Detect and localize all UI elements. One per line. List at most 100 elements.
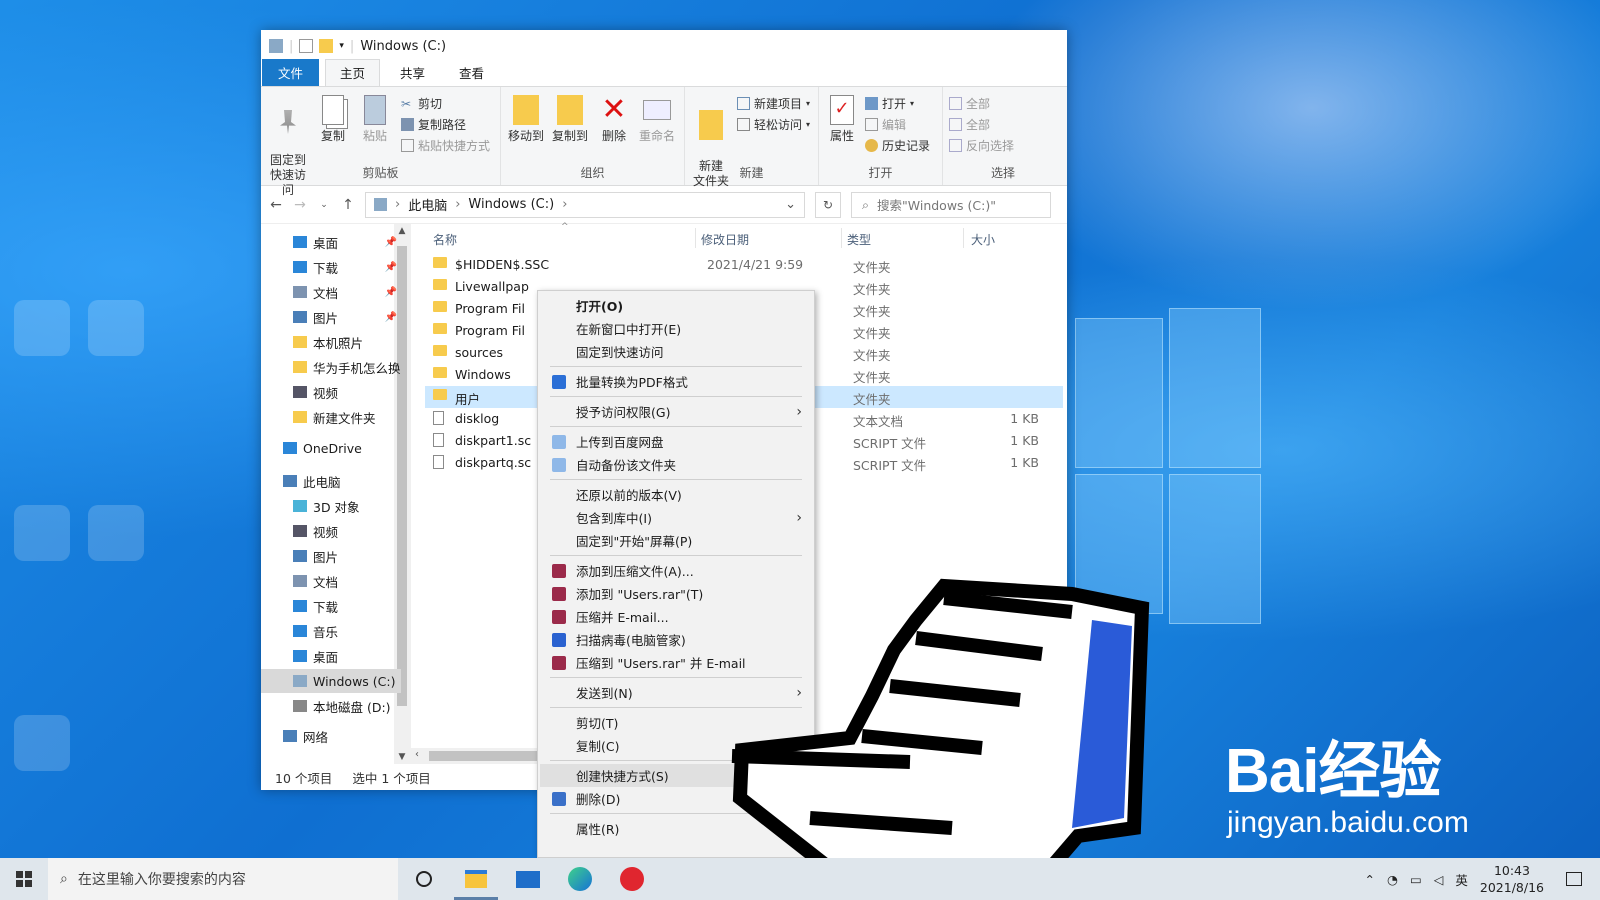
- properties-button[interactable]: ✓ 属性: [825, 95, 859, 144]
- context-menu-item[interactable]: 批量转换为PDF格式: [540, 370, 812, 393]
- security-desktop-icon[interactable]: [14, 715, 70, 771]
- column-header-type[interactable]: 类型: [847, 226, 871, 252]
- nav-item[interactable]: 视频: [261, 380, 401, 404]
- start-button[interactable]: [0, 858, 48, 900]
- up-arrow-icon[interactable]: ↑: [341, 197, 355, 213]
- paste-button[interactable]: 粘贴: [357, 95, 393, 144]
- desktop-icon[interactable]: [14, 300, 70, 356]
- nav-item[interactable]: 网络: [261, 724, 401, 748]
- copy-path-button[interactable]: 复制路径: [401, 116, 466, 133]
- taskbar-mail[interactable]: [502, 858, 554, 900]
- scroll-left-icon[interactable]: ‹: [415, 749, 419, 760]
- context-menu-item[interactable]: 自动备份该文件夹: [540, 453, 812, 476]
- taskbar-file-explorer[interactable]: [450, 858, 502, 900]
- context-menu-item[interactable]: 授予访问权限(G) ›: [540, 400, 812, 423]
- volume-icon[interactable]: ◁: [1434, 872, 1444, 887]
- nav-item[interactable]: 新建文件夹: [261, 405, 401, 429]
- copy-button[interactable]: 复制: [315, 95, 351, 144]
- new-item-button[interactable]: 新建项目 ▾: [737, 95, 810, 112]
- tab-share[interactable]: 共享: [386, 60, 439, 86]
- invert-selection-button[interactable]: 反向选择: [949, 137, 1014, 154]
- copy-to-button[interactable]: 复制到: [549, 95, 591, 144]
- context-menu-item[interactable]: 在新窗口中打开(E): [540, 317, 812, 340]
- nav-item[interactable]: 下载 📌: [261, 255, 401, 279]
- nav-item[interactable]: Windows (C:): [261, 669, 401, 693]
- folder-quick-icon[interactable]: [319, 39, 334, 53]
- column-separator[interactable]: [841, 228, 842, 248]
- scroll-down-icon[interactable]: ▼: [394, 752, 410, 762]
- nav-item-label: 华为手机怎么换: [313, 360, 401, 376]
- search-input[interactable]: ⌕ 搜索"Windows (C:)": [851, 191, 1051, 218]
- paste-shortcut-button[interactable]: 粘贴快捷方式: [401, 137, 490, 154]
- breadcrumb-this-pc[interactable]: 此电脑: [408, 195, 447, 214]
- ime-indicator[interactable]: 英: [1455, 870, 1468, 889]
- desktop-icon[interactable]: [88, 300, 144, 356]
- move-to-button[interactable]: 移动到: [505, 95, 547, 144]
- properties-quick-icon[interactable]: [299, 39, 314, 53]
- taskbar-search-input[interactable]: ⌕ 在这里输入你要搜索的内容: [48, 858, 398, 900]
- column-header-size[interactable]: 大小: [971, 226, 995, 252]
- nav-item[interactable]: 视频: [261, 519, 401, 543]
- nav-item[interactable]: 本地磁盘 (D:): [261, 694, 401, 718]
- select-all-button[interactable]: 全部: [949, 95, 990, 112]
- refresh-button[interactable]: ↻: [815, 191, 841, 218]
- tab-view[interactable]: 查看: [445, 60, 498, 86]
- chevron-down-icon[interactable]: ⌄: [785, 197, 796, 212]
- file-row[interactable]: $HIDDEN$.SSC 2021/4/21 9:59 文件夹: [425, 254, 1063, 276]
- nav-item[interactable]: 文档 📌: [261, 280, 401, 304]
- column-separator[interactable]: [695, 228, 696, 248]
- nav-item[interactable]: 音乐: [261, 619, 401, 643]
- easy-access-button[interactable]: 轻松访问 ▾: [737, 116, 810, 133]
- battery-icon[interactable]: ▭: [1410, 872, 1422, 887]
- breadcrumb-drive[interactable]: Windows (C:): [468, 197, 554, 212]
- nav-item[interactable]: 图片: [261, 544, 401, 568]
- rename-button[interactable]: 重命名: [635, 95, 679, 144]
- scrollbar-thumb[interactable]: [429, 751, 549, 761]
- nav-item[interactable]: 此电脑: [261, 469, 401, 493]
- pin-quick-access-button[interactable]: 固定到 快速访问: [265, 95, 311, 198]
- open-button[interactable]: 打开 ▾: [865, 95, 914, 112]
- context-menu-item[interactable]: 固定到"开始"屏幕(P): [540, 529, 812, 552]
- nav-item[interactable]: 3D 对象: [261, 494, 401, 518]
- column-separator[interactable]: [963, 228, 964, 248]
- delete-button[interactable]: ✕ 删除: [597, 95, 631, 144]
- address-input[interactable]: › 此电脑 › Windows (C:) › ⌄: [365, 191, 805, 218]
- task-view-button[interactable]: [398, 858, 450, 900]
- cut-button[interactable]: ✂ 剪切: [401, 95, 442, 112]
- nav-item-icon: [293, 361, 307, 373]
- chevron-up-icon[interactable]: ⌃: [1365, 872, 1375, 887]
- column-header-date[interactable]: 修改日期: [701, 226, 749, 252]
- column-header-name[interactable]: 名称: [433, 226, 457, 252]
- clock[interactable]: 10:43 2021/8/16: [1480, 862, 1544, 896]
- desktop-icon[interactable]: [88, 505, 144, 561]
- select-none-button[interactable]: 全部: [949, 116, 990, 133]
- folder-icon: [433, 389, 447, 400]
- nav-item[interactable]: 华为手机怎么换: [261, 355, 401, 379]
- forward-arrow-icon[interactable]: →: [293, 197, 307, 213]
- taskbar-netease-music[interactable]: [606, 858, 658, 900]
- nav-item[interactable]: 桌面 📌: [261, 230, 401, 254]
- wifi-icon[interactable]: ◔: [1387, 872, 1398, 887]
- chevron-down-icon[interactable]: ▾: [339, 41, 344, 51]
- context-menu-item[interactable]: 固定到快速访问: [540, 340, 812, 363]
- tab-file[interactable]: 文件: [262, 59, 320, 86]
- back-arrow-icon[interactable]: ←: [269, 197, 283, 213]
- nav-item[interactable]: 图片 📌: [261, 305, 401, 329]
- edit-button[interactable]: 编辑: [865, 116, 906, 133]
- taskbar-edge[interactable]: [554, 858, 606, 900]
- context-menu-item[interactable]: 包含到库中(I) ›: [540, 506, 812, 529]
- context-menu-item[interactable]: 上传到百度网盘: [540, 430, 812, 453]
- nav-item[interactable]: 桌面: [261, 644, 401, 668]
- nav-item[interactable]: 本机照片: [261, 330, 401, 354]
- nav-item[interactable]: 下载: [261, 594, 401, 618]
- history-button[interactable]: 历史记录: [865, 137, 930, 154]
- qq-desktop-icon[interactable]: [14, 505, 70, 561]
- notification-icon[interactable]: [1566, 872, 1582, 886]
- nav-item[interactable]: 文档: [261, 569, 401, 593]
- recent-chevron-icon[interactable]: ⌄: [317, 200, 331, 210]
- tab-home[interactable]: 主页: [325, 59, 381, 86]
- context-menu-item[interactable]: 还原以前的版本(V): [540, 483, 812, 506]
- select-none-icon: [949, 118, 962, 131]
- nav-item[interactable]: OneDrive: [261, 436, 401, 460]
- context-menu-item[interactable]: 打开(O): [540, 294, 812, 317]
